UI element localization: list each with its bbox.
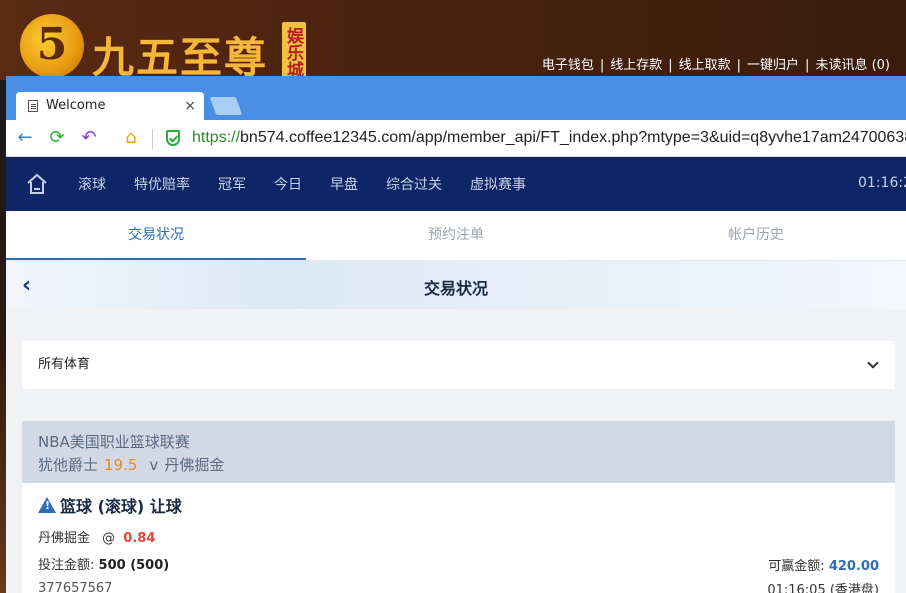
tab-reserved-bets[interactable]: 预约注单 [306,211,606,260]
link-withdraw[interactable]: 线上取款 [679,58,731,73]
tab-bar: Welcome × [6,76,906,120]
bet-pick: 丹佛掘金 @ 0.84 [38,527,879,546]
bet-card-body: 篮球 (滚球) 让球 丹佛掘金 @ 0.84 投注金额: 500 (500) 可… [22,483,895,593]
stake-row: 投注金额: 500 (500) [38,554,879,573]
site-logo-tag: 娱乐城 [282,22,306,80]
page-title-bar: ‹ 交易状况 [6,261,906,309]
versus: v [149,456,159,474]
home-nav-icon[interactable] [26,173,48,195]
pick-team: 丹佛掘金 [38,531,91,546]
browser-window: Welcome × ← ⟳ ↶ ⌂ https://bn574.coffee12… [6,76,906,593]
warning-icon [38,497,56,513]
page-title: 交易状况 [423,279,488,298]
refresh-icon[interactable]: ⟳ [46,126,68,150]
nav-item-virtual[interactable]: 虚拟赛事 [470,174,526,194]
url-field[interactable]: https://bn574.coffee12345.com/app/member… [192,129,906,147]
browser-tab[interactable]: Welcome × [16,92,204,120]
nav-clock: 01:16:2 [858,175,906,191]
stake-value: 500 (500) [98,558,170,573]
nav-item-today[interactable]: 今日 [274,174,302,194]
win-value: 420.00 [828,559,879,574]
new-tab-button[interactable] [209,97,243,115]
bet-card-header: NBA美国职业篮球联赛 犹他爵士 19.5 v 丹佛掘金 [22,421,895,483]
away-team: 丹佛掘金 [164,456,225,474]
odds-value: 0.84 [123,531,156,546]
link-wallet[interactable]: 电子钱包 [542,58,594,73]
shield-icon [166,130,180,146]
top-links: 电子钱包 | 线上存款 | 线上取款 | 一键归户 | 未读讯息 (0) [541,58,890,73]
stake-label: 投注金额: [38,558,95,573]
bet-card: NBA美国职业篮球联赛 犹他爵士 19.5 v 丹佛掘金 篮球 (滚球) 让球 丹佛掘… [22,421,895,593]
nav-item-best-odds[interactable]: 特优赔率 [134,174,190,194]
win-row: 可赢金额: 420.00 [768,555,879,574]
address-bar: ← ⟳ ↶ ⌂ https://bn574.coffee12345.com/ap… [6,120,906,157]
home-team: 犹他爵士 [38,456,99,474]
bet-time: 01:16:05 (香港盘) [767,583,879,593]
ticket-id: 377657567 [38,581,113,593]
url-scheme: https:// [192,129,241,146]
win-label: 可赢金额: [768,559,825,574]
league-name: NBA美国职业篮球联赛 [38,433,190,451]
link-deposit[interactable]: 线上存款 [610,58,662,73]
sport-filter-value: 所有体育 [38,357,91,372]
back-arrow-icon[interactable]: ← [14,126,36,150]
link-consolidate[interactable]: 一键归户 [747,58,799,73]
url-text: bn574.coffee12345.com/app/member_api/FT_… [240,129,906,146]
handicap: 19.5 [104,456,138,474]
divider [152,129,153,149]
nav-item-live[interactable]: 滚球 [78,174,106,194]
nav-item-parlay[interactable]: 综合过关 [386,174,442,194]
matchup: 犹他爵士 19.5 v 丹佛掘金 [38,454,879,475]
home-icon[interactable]: ⌂ [120,126,142,150]
nav-items: 滚球 特优赔率 冠军 今日 早盘 综合过关 虚拟赛事 [78,157,554,211]
link-messages[interactable]: 未读讯息 (0) [815,58,890,73]
tab-transaction-status[interactable]: 交易状况 [6,211,306,260]
chevron-down-icon [867,357,879,369]
document-icon [28,100,38,112]
sub-tabs: 交易状况 预约注单 帐户历史 [6,211,906,261]
site-logo-icon: 5 [20,14,84,78]
sport-filter-select[interactable]: 所有体育 [22,341,895,389]
app-nav: 滚球 特优赔率 冠军 今日 早盘 综合过关 虚拟赛事 01:16:2 [6,157,906,211]
bet-type: 篮球 (滚球) 让球 [38,493,879,517]
tab-title: Welcome [46,98,106,113]
close-icon[interactable]: × [184,92,196,120]
tab-account-history[interactable]: 帐户历史 [606,211,906,260]
nav-item-early[interactable]: 早盘 [330,174,358,194]
undo-icon[interactable]: ↶ [78,126,100,150]
content-area: 所有体育 NBA美国职业篮球联赛 犹他爵士 19.5 v 丹佛掘金 篮球 (滚球) 让… [6,309,906,593]
bet-type-text: 篮球 (滚球) 让球 [60,497,182,516]
at-sign: @ [102,531,116,546]
site-header: 5 九五至尊 娱乐城 电子钱包 | 线上存款 | 线上取款 | 一键归户 | 未读讯息 (0) [0,0,906,82]
nav-item-champion[interactable]: 冠军 [218,174,246,194]
